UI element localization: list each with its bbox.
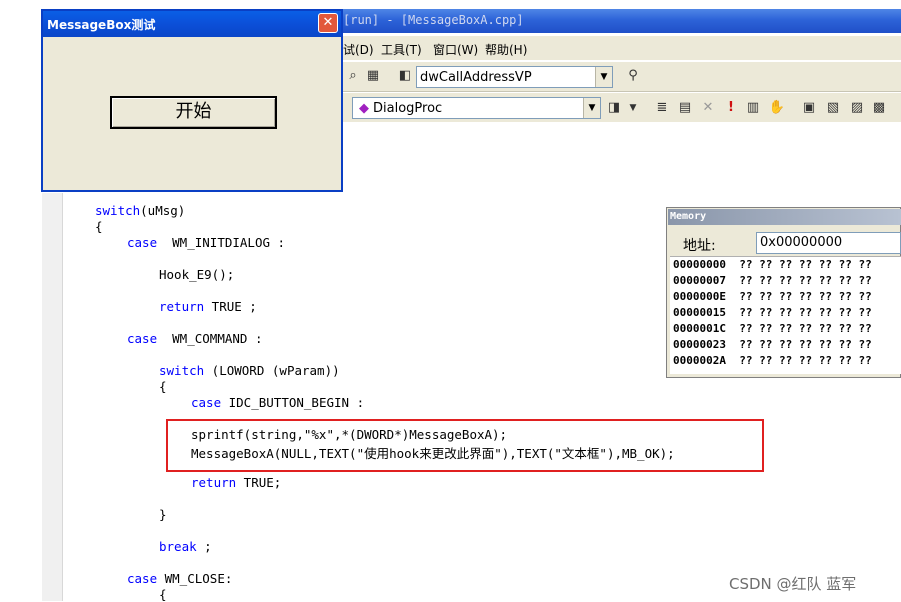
code-line: case WM_COMMAND :	[127, 331, 263, 346]
memory-row: 00000015 ?? ?? ?? ?? ?? ?? ??	[673, 306, 872, 319]
memory-row: 0000002A ?? ?? ?? ?? ?? ?? ??	[673, 354, 872, 367]
go-icon[interactable]: ▥	[744, 99, 762, 117]
memory-title: Memory	[670, 211, 707, 222]
code-line: {	[159, 379, 167, 394]
code-line: }	[159, 507, 167, 522]
code-line: return TRUE;	[191, 475, 282, 490]
class-wizard-icon[interactable]: ◧	[396, 67, 414, 85]
address-input-value: 0x00000000	[760, 235, 843, 250]
function-combo-value: DialogProc	[373, 101, 443, 116]
menu-help[interactable]: 帮助(H)	[485, 41, 527, 58]
memory-row: 00000000 ?? ?? ?? ?? ?? ?? ??	[673, 258, 872, 271]
wizard-bar-icon[interactable]: ◨	[605, 99, 623, 117]
edit-members-icon[interactable]: ▩	[870, 99, 888, 117]
dropdown-arrow-icon[interactable]: ▼	[595, 67, 612, 87]
code-line: switch (LOWORD (wParam))	[159, 363, 340, 378]
hand-icon[interactable]: ✋	[768, 99, 786, 117]
chevron-down-icon[interactable]: ▼	[624, 99, 642, 117]
find-icon[interactable]: ⌕	[344, 67, 362, 85]
build-icon[interactable]: ▤	[676, 99, 694, 117]
close-icon[interactable]: ✕	[318, 13, 338, 33]
code-line: case WM_INITDIALOG :	[127, 235, 286, 250]
symbol-combo[interactable]: dwCallAddressVP ▼	[416, 66, 613, 88]
code-line: {	[159, 587, 167, 602]
find-files-icon[interactable]: ▦	[364, 67, 382, 85]
members-icon[interactable]: ▨	[848, 99, 866, 117]
start-button[interactable]: 开始	[110, 96, 277, 129]
highlight-box	[166, 419, 764, 472]
code-line: {	[95, 219, 103, 234]
dialog-title: MessageBox测试	[47, 18, 156, 32]
watermark: CSDN @红队 蓝军	[729, 575, 857, 593]
delete-class-icon[interactable]: ▧	[824, 99, 842, 117]
memory-row: 00000023 ?? ?? ?? ?? ?? ?? ??	[673, 338, 872, 351]
function-combo[interactable]: ◆ DialogProc ▼	[352, 97, 601, 119]
memory-row: 0000000E ?? ?? ?? ?? ?? ?? ??	[673, 290, 872, 303]
code-line: return TRUE ;	[159, 299, 257, 314]
memory-row: 0000001C ?? ?? ?? ?? ?? ?? ??	[673, 322, 872, 335]
menu-debug[interactable]: 试(D)	[343, 41, 374, 58]
memory-row: 00000007 ?? ?? ?? ?? ?? ?? ??	[673, 274, 872, 287]
binoculars-icon[interactable]: ⚲	[624, 67, 642, 85]
ide-title: [run] - [MessageBoxA.cpp]	[343, 13, 524, 27]
code-line: case IDC_BUTTON_BEGIN :	[191, 395, 365, 410]
function-icon: ◆	[359, 101, 369, 116]
symbol-combo-value: dwCallAddressVP	[420, 70, 532, 85]
code-line: case WM_CLOSE:	[127, 571, 233, 586]
execute-icon[interactable]: !	[722, 99, 740, 117]
menu-tools[interactable]: 工具(T)	[381, 41, 422, 58]
stop-build-icon[interactable]: ✕	[699, 99, 717, 117]
menu-window[interactable]: 窗口(W)	[433, 41, 478, 58]
code-line: switch(uMsg)	[95, 203, 186, 218]
address-label: 地址:	[683, 238, 716, 254]
compile-icon[interactable]: ≣	[653, 99, 671, 117]
code-line: Hook_E9();	[159, 267, 235, 282]
dropdown-arrow-icon[interactable]: ▼	[583, 98, 600, 118]
editor-gutter	[42, 193, 63, 601]
code-line: break ;	[159, 539, 212, 554]
new-class-icon[interactable]: ▣	[800, 99, 818, 117]
